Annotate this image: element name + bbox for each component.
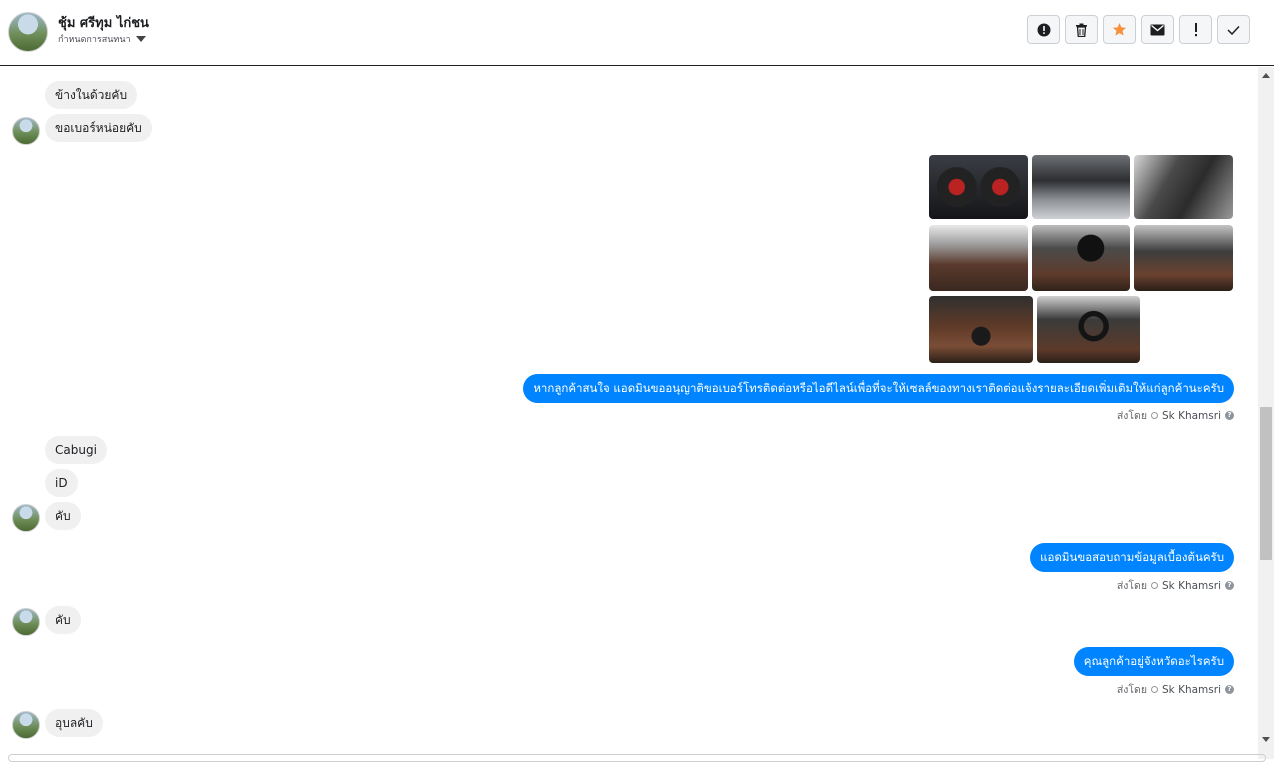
contact-avatar-small[interactable] [12, 711, 40, 739]
contact-name[interactable]: ชุ้ม ศรีทุม ไก่ชน [58, 12, 149, 33]
mark-done-button[interactable] [1217, 15, 1250, 44]
car-photo-cabin[interactable] [1134, 225, 1233, 291]
sent-by-prefix: ส่งโดย [1116, 684, 1147, 696]
delete-button[interactable] [1065, 15, 1098, 44]
incoming-message: คับ [45, 502, 81, 530]
car-photo-gear-shift[interactable] [929, 296, 1033, 363]
car-photo-engine[interactable] [1032, 155, 1130, 219]
conversation-schedule-dropdown[interactable]: กำหนดการสนทนา [58, 32, 146, 46]
report-spam-button[interactable] [1027, 15, 1060, 44]
sent-by-agent[interactable]: Sk Khamsri [1162, 410, 1221, 422]
report-icon [1037, 23, 1050, 36]
help-icon[interactable]: ? [1225, 685, 1234, 694]
mail-icon [1150, 24, 1165, 35]
outgoing-message: แอดมินขอสอบถามข้อมูลเบื้องต้นครับ [1030, 543, 1234, 572]
sent-by-prefix: ส่งโดย [1116, 580, 1147, 592]
contact-avatar-small[interactable] [12, 608, 40, 636]
agent-status-icon [1151, 686, 1158, 693]
sent-by-agent[interactable]: Sk Khamsri [1162, 580, 1221, 592]
message-composer[interactable] [8, 754, 1266, 762]
trash-icon [1076, 23, 1087, 37]
contact-avatar[interactable] [8, 12, 48, 52]
conversation-schedule-label: กำหนดการสนทนา [58, 35, 131, 45]
help-icon[interactable]: ? [1225, 581, 1234, 590]
conversation-header: ชุ้ม ศรีทุม ไก่ชน กำหนดการสนทนา [0, 0, 1274, 66]
caret-down-icon [135, 36, 146, 42]
car-photo-rear-seats[interactable] [929, 225, 1028, 291]
exclamation-icon [1194, 22, 1197, 36]
outgoing-message: คุณลูกค้าอยู่จังหวัดอะไรครับ [1073, 647, 1234, 676]
car-photo-front-seat[interactable] [1032, 225, 1130, 291]
contact-avatar-small[interactable] [12, 117, 40, 145]
sent-by-agent[interactable]: Sk Khamsri [1162, 684, 1221, 696]
incoming-message: iD [45, 469, 78, 497]
incoming-message: อุบลคับ [45, 709, 103, 737]
star-icon [1112, 22, 1127, 36]
scroll-down-arrow-icon[interactable] [1262, 737, 1270, 742]
sent-by-label: ส่งโดย Sk Khamsri ? [1117, 407, 1234, 424]
help-icon[interactable]: ? [1225, 411, 1234, 420]
sent-by-label: ส่งโดย Sk Khamsri ? [1117, 681, 1234, 698]
incoming-message: Cabugi [45, 436, 107, 464]
scrollbar[interactable] [1258, 67, 1274, 759]
scrollbar-thumb[interactable] [1260, 407, 1272, 560]
sent-by-prefix: ส่งโดย [1116, 410, 1147, 422]
car-photo-door[interactable] [1134, 155, 1233, 219]
conversation-toolbar [1027, 15, 1250, 44]
sent-by-label: ส่งโดย Sk Khamsri ? [1117, 577, 1234, 594]
car-photo-steering-wheel[interactable] [1037, 296, 1140, 363]
follow-up-button[interactable] [1179, 15, 1212, 44]
agent-status-icon [1151, 582, 1158, 589]
contact-avatar-small[interactable] [12, 504, 40, 532]
mark-unread-button[interactable] [1141, 15, 1174, 44]
check-icon [1227, 25, 1240, 35]
message-thread: ข้างในด้วยคับ ขอเบอร์หน่อยคับ หากลูกค้าส… [0, 67, 1258, 759]
incoming-message: คับ [45, 606, 81, 634]
incoming-message: ข้างในด้วยคับ [45, 81, 138, 109]
outgoing-message: หากลูกค้าสนใจ แอดมินขออนุญาติขอเบอร์โทรต… [523, 374, 1234, 403]
car-photo-dashboard[interactable] [929, 155, 1028, 219]
scroll-up-arrow-icon[interactable] [1262, 73, 1270, 78]
agent-status-icon [1151, 412, 1158, 419]
star-button[interactable] [1103, 15, 1136, 44]
incoming-message: ขอเบอร์หน่อยคับ [45, 114, 152, 142]
